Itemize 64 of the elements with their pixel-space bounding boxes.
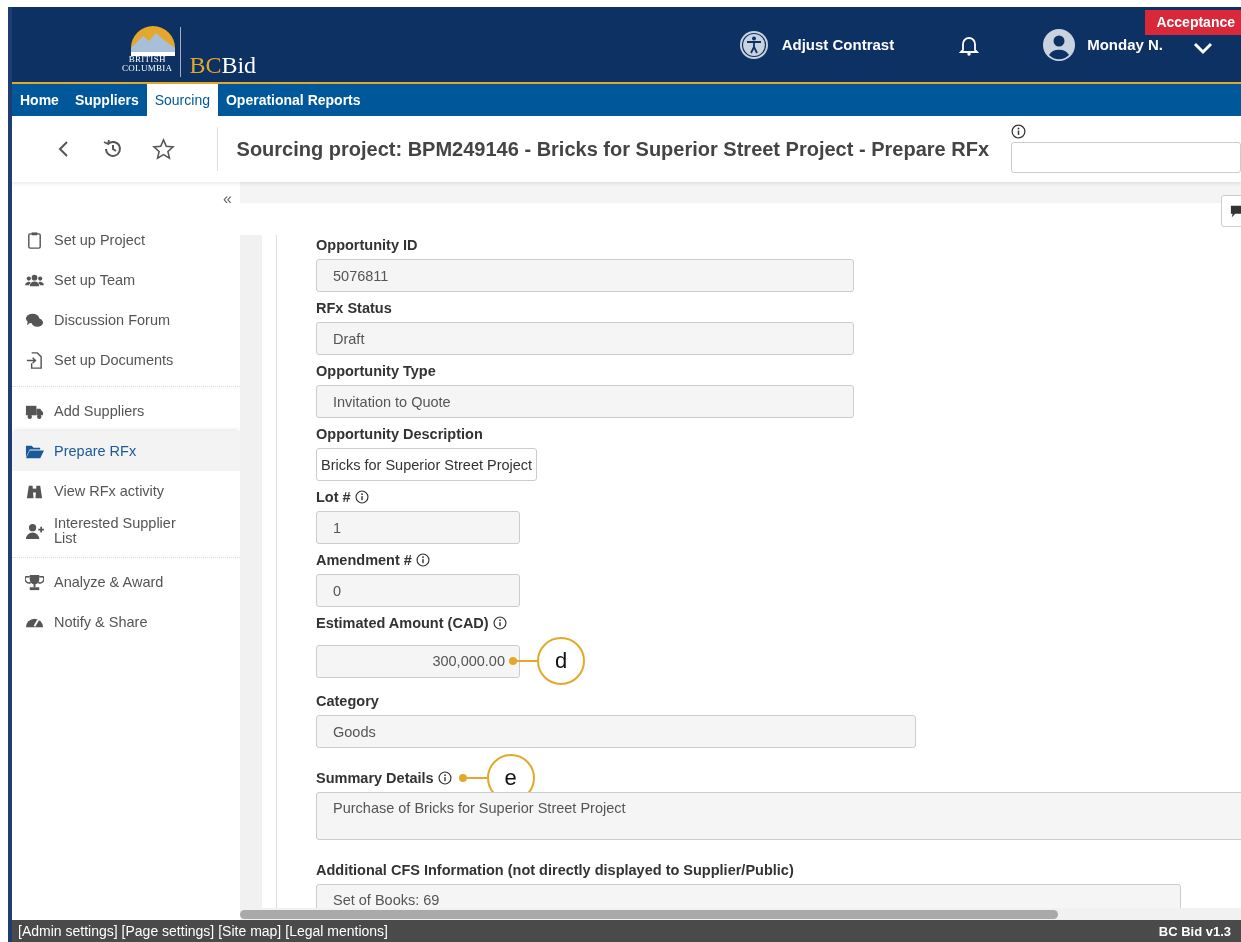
info-icon[interactable] [415,553,430,567]
field-label: RFx Status [316,300,392,316]
field-label: Summary Details [316,770,434,786]
info-icon[interactable] [437,771,452,785]
nav-tab[interactable]: Home [12,84,67,116]
nav-tab[interactable]: Operational Reports [217,84,369,116]
text-area[interactable]: Set of Books: 69 [316,884,1181,908]
adjust-contrast-button[interactable]: Adjust Contrast [738,29,895,60]
sidebar-item[interactable]: Notify & Share [12,602,240,642]
field-label: Opportunity Type [316,363,436,379]
user-avatar-icon [1043,28,1076,61]
brand-text: BC [189,53,222,77]
page-title: Sourcing project: BPM249146 - Bricks for Superior Street Project - Prepare RFx [236,137,989,161]
horizontal-scrollbar[interactable] [240,908,1241,920]
sidebar-item[interactable]: View RFx activity [12,471,240,511]
field-label: Lot # [316,489,351,505]
input-field[interactable]: Bricks for Superior Street Project [316,448,538,481]
doc-in-icon [25,350,44,370]
input-field[interactable]: 300,000.00 [316,644,520,678]
logo-text: COLUMBIA [122,64,173,73]
speech-bubble-icon [1230,204,1241,218]
field-label: Estimated Amount (CAD) [316,615,489,631]
logo-text: BRITISH [128,55,166,64]
sidebar-item[interactable]: Set up Project [12,220,240,260]
chevron-down-icon[interactable] [1193,40,1213,55]
sidebar-item[interactable]: Interested Supplier List [12,511,240,551]
environment-badge: Acceptance [1145,10,1241,35]
sidebar-item[interactable]: Set up Team [12,260,240,300]
text-area[interactable]: Purchase of Bricks for Superior Street Project [316,792,1241,840]
nav-tab[interactable]: Suppliers [66,84,147,116]
footer-link[interactable]: [Admin settings] [18,923,118,939]
input-field[interactable]: 5076811 [316,259,854,292]
sidebar-item[interactable]: Prepare RFx [12,431,240,471]
sidebar-item[interactable]: Analyze & Award [12,562,240,602]
info-icon[interactable] [492,616,507,630]
footer-link[interactable]: [Site map] [218,923,282,939]
field-label: Opportunity ID [316,237,418,253]
clipboard-icon [25,230,44,250]
accessibility-icon [738,29,769,60]
brand-text: Bid [221,53,257,77]
input-field[interactable]: Goods [316,715,916,748]
user-plus-icon [25,521,44,541]
field-label: Additional CFS Information (not directly displayed to Supplier/Public) [316,862,794,878]
footer-link[interactable]: [Legal mentions] [285,923,388,939]
nav-tab[interactable]: Sourcing [146,84,218,116]
star-icon[interactable] [151,137,175,161]
field-label: Category [316,693,379,709]
sidebar-item[interactable]: Add Suppliers [12,391,240,431]
field-label: Opportunity Description [316,426,483,442]
history-icon[interactable] [101,138,124,160]
collapse-button[interactable]: « [223,190,232,208]
info-icon[interactable] [354,490,369,504]
input-field[interactable]: Draft [316,322,854,355]
input-field[interactable]: 0 [316,574,520,607]
input-field[interactable]: 1 [316,511,520,544]
info-icon[interactable] [1011,124,1026,139]
sidebar-item[interactable]: Discussion Forum [12,300,240,340]
footer-link[interactable]: [Page settings] [121,923,215,939]
field-label: Amendment # [316,552,412,568]
version-text: BC Bid v1.3 [1158,923,1232,939]
input-field[interactable]: Invitation to Quote [316,385,854,418]
trophy-icon [25,572,44,592]
search-field[interactable] [1011,142,1241,173]
sidebar-item[interactable]: Set up Documents [12,340,240,380]
